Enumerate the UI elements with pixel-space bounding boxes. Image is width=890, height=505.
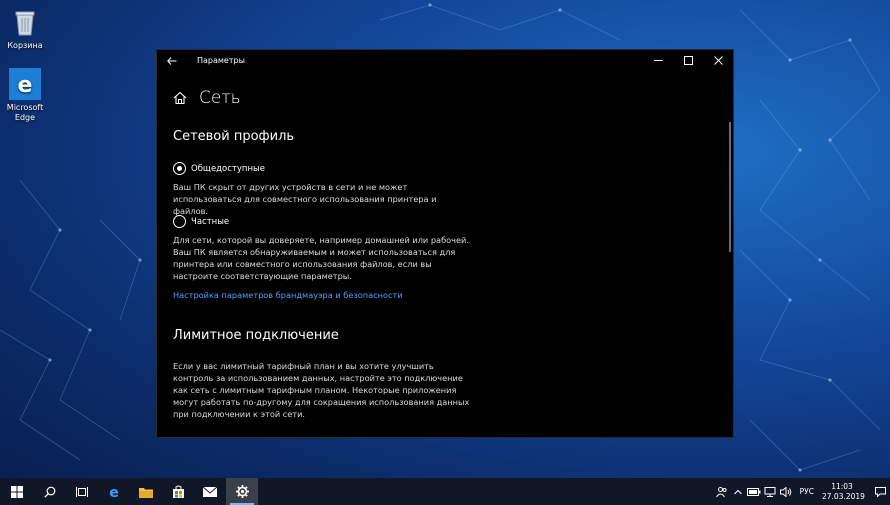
svg-text:e: e	[109, 485, 119, 499]
maximize-button[interactable]	[673, 50, 703, 71]
people-icon	[715, 486, 727, 497]
maximize-icon	[683, 56, 693, 65]
task-view-icon	[76, 486, 88, 497]
clock[interactable]: 11:03 27.03.2019	[822, 481, 865, 502]
minimize-button[interactable]	[643, 50, 673, 71]
private-description: Для сети, которой вы доверяете, например…	[173, 235, 469, 281]
firewall-settings-link[interactable]: Настройка параметров брандмауэра и безоп…	[173, 290, 403, 300]
file-explorer-icon	[139, 487, 153, 498]
edge-icon: e	[9, 68, 41, 100]
system-tray: РУС 11:03 27.03.2019	[714, 478, 890, 505]
volume-button[interactable]	[778, 478, 794, 505]
taskbar-edge[interactable]: e	[98, 478, 130, 505]
battery-button[interactable]	[746, 478, 762, 505]
show-hidden-icons-button[interactable]	[730, 478, 746, 505]
mail-icon	[203, 486, 217, 497]
start-button[interactable]	[0, 478, 34, 505]
taskbar: e РУС 11:03 27.03.2019	[0, 478, 890, 505]
action-center-button[interactable]	[870, 478, 890, 505]
home-icon[interactable]	[173, 91, 187, 105]
clock-time: 11:03	[831, 481, 853, 491]
taskbar-file-explorer[interactable]	[130, 478, 162, 505]
page-title: Сеть	[199, 88, 241, 108]
network-icon	[764, 486, 776, 497]
task-view-button[interactable]	[66, 478, 98, 505]
metered-connection-heading: Лимитное подключение	[173, 328, 339, 343]
public-description: Ваш ПК скрыт от других устройств в сети …	[173, 182, 437, 216]
radio-button-private[interactable]	[173, 215, 186, 228]
taskbar-store[interactable]	[162, 478, 194, 505]
taskbar-mail[interactable]	[194, 478, 226, 505]
desktop-icon-edge[interactable]: e Microsoft Edge	[0, 68, 50, 123]
search-icon	[44, 486, 56, 498]
radio-public[interactable]: Общедоступные	[173, 162, 265, 175]
desktop-icon-label: Microsoft Edge	[6, 103, 44, 122]
radio-private-label: Частные	[191, 216, 230, 227]
close-button[interactable]	[703, 50, 733, 71]
radio-private[interactable]: Частные	[173, 215, 229, 228]
search-button[interactable]	[34, 478, 66, 505]
recycle-bin-icon	[9, 6, 41, 38]
start-icon	[11, 485, 23, 498]
radio-public-label: Общедоступные	[191, 163, 265, 174]
back-arrow-icon	[167, 56, 177, 65]
radio-button-public[interactable]	[173, 162, 186, 175]
settings-icon	[235, 485, 249, 498]
taskbar-settings[interactable]	[226, 478, 258, 505]
svg-text:e: e	[18, 73, 33, 98]
close-icon	[713, 56, 723, 65]
minimize-icon	[653, 60, 663, 61]
volume-icon	[779, 486, 791, 497]
scrollbar[interactable]	[729, 122, 731, 252]
window-title: Параметры	[197, 56, 245, 65]
clock-date: 27.03.2019	[822, 491, 865, 501]
chevron-up-icon	[733, 489, 742, 494]
desktop-icon-label: Корзина	[7, 41, 43, 50]
store-icon	[172, 485, 184, 498]
notification-icon	[874, 486, 886, 497]
people-button[interactable]	[714, 478, 730, 505]
network-profile-heading: Сетевой профиль	[173, 129, 295, 144]
desktop-icon-recycle-bin[interactable]: Корзина	[0, 6, 50, 51]
settings-window: Параметры Сеть Сетевой профиль Общедосту…	[156, 49, 734, 438]
input-language[interactable]: РУС	[800, 487, 814, 496]
battery-icon	[746, 487, 761, 496]
network-button[interactable]	[762, 478, 778, 505]
title-bar: Параметры	[157, 50, 733, 71]
metered-description: Если у вас лимитный тарифный план и вы х…	[173, 361, 470, 419]
edge-icon: e	[109, 485, 119, 499]
back-button[interactable]	[157, 50, 187, 71]
